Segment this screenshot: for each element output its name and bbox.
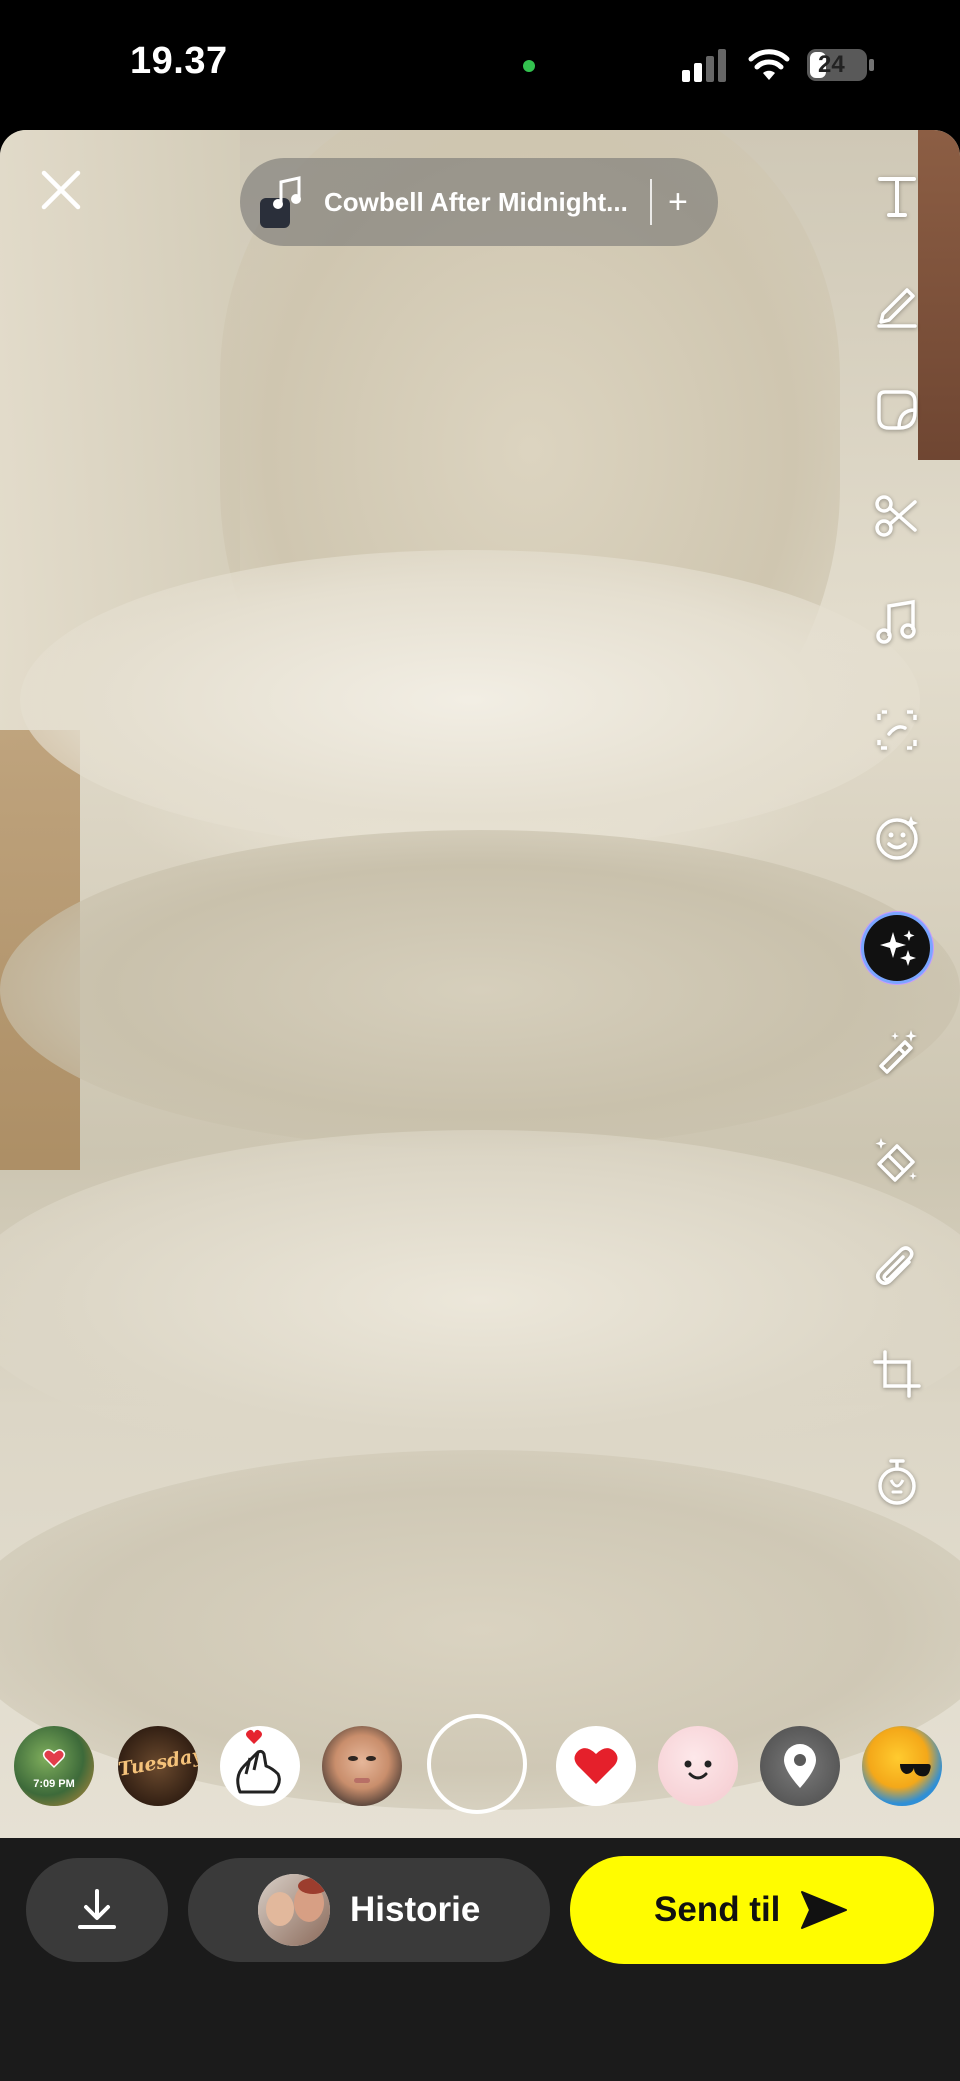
eraser-tool[interactable] — [869, 1132, 925, 1188]
sticker-icon — [877, 390, 917, 430]
scan-icon — [877, 710, 917, 750]
wifi-icon — [748, 49, 790, 80]
lens-time-sticker[interactable]: 7:09 PM — [14, 1726, 94, 1806]
camera-indicator — [523, 60, 535, 72]
dress-lace-1 — [0, 830, 960, 1150]
draw-tool[interactable] — [869, 276, 925, 332]
battery-indicator: 24 — [806, 48, 876, 82]
story-button[interactable]: Historie — [188, 1858, 550, 1962]
music-track-title: Cowbell After Midnight... — [324, 186, 628, 217]
pill-divider — [650, 179, 652, 225]
music-track-pill[interactable]: Cowbell After Midnight... + — [240, 158, 718, 246]
lens-heart[interactable] — [556, 1726, 636, 1806]
lens-location[interactable] — [760, 1726, 840, 1806]
music-note-icon — [273, 176, 301, 209]
sunglasses-icon — [900, 1764, 931, 1777]
portrait-lips — [354, 1778, 370, 1783]
music-tool[interactable] — [869, 594, 925, 650]
close-icon[interactable] — [36, 165, 86, 215]
crop-icon — [873, 1350, 921, 1398]
location-pin-icon — [784, 1744, 816, 1788]
dress-ruffle-2 — [0, 1130, 960, 1470]
send-to-label: Send til — [654, 1890, 781, 1929]
status-bar: 19.37 24 — [0, 0, 960, 130]
lens-smiley[interactable] — [658, 1726, 738, 1806]
paperclip-icon — [876, 1246, 914, 1285]
avatar — [258, 1874, 330, 1946]
save-button[interactable] — [26, 1858, 168, 1962]
timer-icon — [878, 1459, 916, 1505]
ai-sparkles-icon — [880, 930, 916, 966]
status-time: 19.37 — [130, 40, 228, 82]
bottom-action-bar: Historie Send til — [0, 1838, 960, 2081]
crop-tool[interactable] — [869, 1346, 925, 1402]
scissors-tool[interactable] — [869, 488, 925, 544]
capture-button[interactable] — [427, 1714, 527, 1814]
battery-level: 24 — [818, 51, 845, 78]
send-to-button[interactable]: Send til — [570, 1856, 934, 1964]
lens-time-label: 7:09 PM — [33, 1778, 75, 1790]
smiley-face-icon — [684, 1760, 712, 1780]
album-art-thumbnail — [260, 176, 301, 228]
lens-face-icon — [876, 816, 918, 860]
scissors-icon — [875, 495, 917, 537]
lens-sun-sunglasses[interactable] — [862, 1726, 942, 1806]
story-label: Historie — [350, 1890, 481, 1929]
magic-wand-icon — [879, 1030, 917, 1074]
lens-heart-hand[interactable] — [220, 1726, 300, 1806]
heart-icon — [42, 1749, 66, 1769]
cellular-signal-icon — [682, 49, 726, 82]
text-icon — [878, 177, 916, 217]
heart-hand-icon — [236, 1729, 281, 1794]
add-music-button[interactable]: + — [668, 183, 688, 222]
heart-icon — [574, 1748, 618, 1784]
music-note-icon — [876, 599, 916, 644]
download-icon — [78, 1889, 116, 1929]
scan-tool[interactable] — [869, 702, 925, 758]
eraser-icon — [875, 1138, 917, 1182]
timer-tool[interactable] — [869, 1454, 925, 1510]
text-tool[interactable] — [869, 168, 925, 224]
attachment-tool[interactable] — [869, 1240, 925, 1296]
lens-face-tool[interactable] — [869, 810, 925, 866]
pencil-icon — [877, 288, 917, 328]
lens-face-portrait[interactable] — [322, 1726, 402, 1806]
lens-tuesday-label: Tuesday — [118, 1744, 198, 1781]
portrait-eye-right — [366, 1756, 376, 1761]
send-arrow-icon — [801, 1891, 848, 1929]
portrait-eye-left — [348, 1756, 358, 1761]
ai-tool[interactable] — [864, 915, 930, 981]
lens-tuesday[interactable]: Tuesday — [118, 1726, 198, 1806]
snap-photo-preview[interactable] — [0, 130, 960, 1838]
sticker-tool[interactable] — [869, 382, 925, 438]
magic-wand-tool[interactable] — [869, 1024, 925, 1080]
dress-ruffle-1 — [20, 550, 920, 850]
